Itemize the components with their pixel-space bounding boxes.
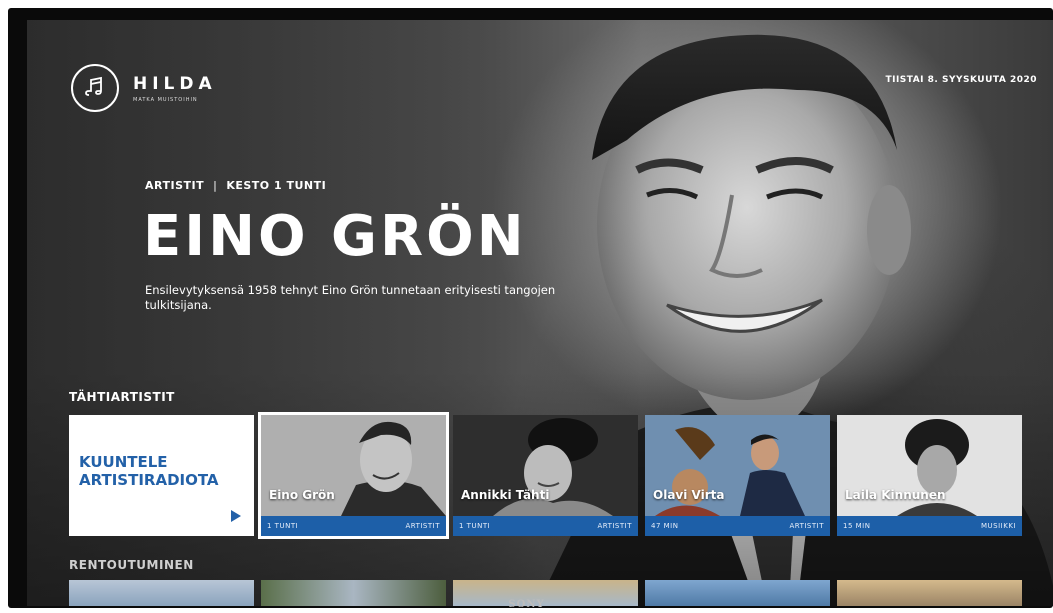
hero-duration: KESTO 1 TUNTI xyxy=(226,179,327,192)
hilda-logo[interactable]: HILDA MATKA MUISTOIHIN xyxy=(71,64,217,112)
tile-artist-name: Eino Grön xyxy=(269,488,335,502)
hero-meta-separator: | xyxy=(213,179,218,192)
tv-brand-logo: SONY xyxy=(508,599,545,610)
tile-duration: 47 MIN xyxy=(651,522,679,530)
hero-category: ARTISTIT xyxy=(145,179,205,192)
tv-frame: HILDA MATKA MUISTOIHIN TIISTAI 8. SYYSKU… xyxy=(8,8,1053,608)
artist-radio-label-line1: KUUNTELE xyxy=(79,453,168,471)
hero-title: EINO GRÖN xyxy=(143,204,527,269)
tile-artist-name: Annikki Tähti xyxy=(461,488,550,502)
tile-type: ARTISTIT xyxy=(597,522,632,530)
artist-radio-button[interactable]: KUUNTELE ARTISTIRADIOTA xyxy=(69,415,254,536)
tile-info-bar: 1 TUNTI ARTISTIT xyxy=(261,516,446,536)
artist-tile-annikki-tahti[interactable]: Annikki Tähti 1 TUNTI ARTISTIT xyxy=(453,415,638,536)
artist-tile-olavi-virta[interactable]: Olavi Virta 47 MIN ARTISTIT xyxy=(645,415,830,536)
artist-tile-eino-gron[interactable]: Eino Grön 1 TUNTI ARTISTIT xyxy=(258,412,449,539)
row-title-tahtiartistit: TÄHTIARTISTIT xyxy=(69,390,175,404)
play-icon xyxy=(231,510,241,522)
tile-info-bar: 47 MIN ARTISTIT xyxy=(645,516,830,536)
artist-tile-laila-kinnunen[interactable]: Laila Kinnunen 15 MIN MUSIIKKI xyxy=(837,415,1022,536)
tile-artist-name: Laila Kinnunen xyxy=(845,488,946,502)
tile-type: MUSIIKKI xyxy=(981,522,1016,530)
tv-screen: HILDA MATKA MUISTOIHIN TIISTAI 8. SYYSKU… xyxy=(27,20,1053,606)
hero-description: Ensilevytyksensä 1958 tehnyt Eino Grön t… xyxy=(145,283,556,312)
tile-duration: 1 TUNTI xyxy=(459,522,491,530)
tile-artist-name: Olavi Virta xyxy=(653,488,725,502)
logo-name: HILDA xyxy=(133,73,217,94)
tile-type: ARTISTIT xyxy=(405,522,440,530)
tile-duration: 1 TUNTI xyxy=(267,522,299,530)
tile-info-bar: 15 MIN MUSIIKKI xyxy=(837,516,1022,536)
current-date: TIISTAI 8. SYYSKUUTA 2020 xyxy=(885,75,1037,85)
hero-meta: ARTISTIT | KESTO 1 TUNTI xyxy=(145,179,326,192)
artist-radio-label: KUUNTELE ARTISTIRADIOTA xyxy=(79,453,219,489)
music-note-logo-icon xyxy=(71,64,119,112)
row-title-rentoutuminen: RENTOUTUMINEN xyxy=(69,558,194,572)
logo-subtitle: MATKA MUISTOIHIN xyxy=(133,96,198,103)
artist-radio-label-line2: ARTISTIRADIOTA xyxy=(79,471,219,489)
tile-info-bar: 1 TUNTI ARTISTIT xyxy=(453,516,638,536)
tile-duration: 15 MIN xyxy=(843,522,871,530)
tile-type: ARTISTIT xyxy=(789,522,824,530)
